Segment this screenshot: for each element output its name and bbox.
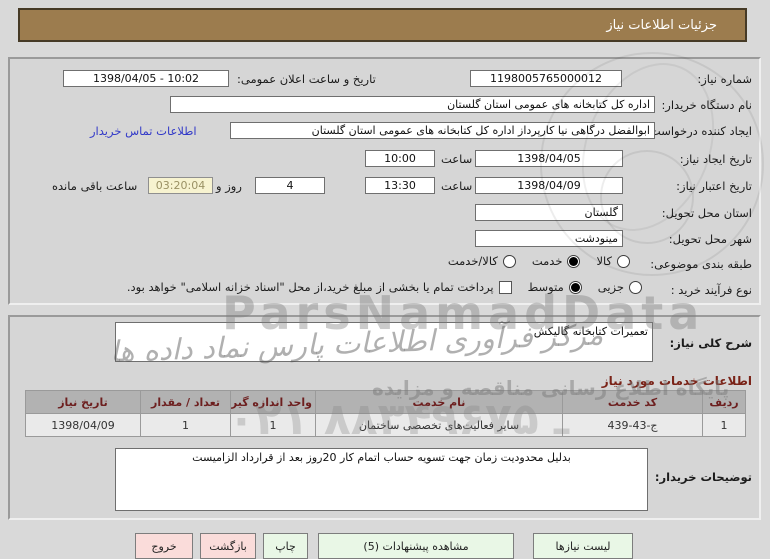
col-row-number: ردیف [702, 390, 746, 414]
radio-icon[interactable] [568, 280, 582, 294]
description-textarea[interactable]: تعمیرات کتابخانه گالیکش [115, 322, 653, 362]
radio-label: کالا [596, 254, 612, 268]
col-unit: واحد اندازه گیری [230, 390, 316, 414]
expire-time-field[interactable]: 13:30 [365, 177, 435, 194]
exit-button[interactable]: خروج [135, 533, 193, 559]
treasury-checkbox-label: پرداخت تمام یا بخشی از مبلغ خرید،از محل … [126, 280, 494, 294]
radio-option-kala[interactable]: کالا [596, 254, 630, 268]
remaining-suffix-label: ساعت باقی مانده [52, 179, 138, 193]
radio-option-motevaset[interactable]: متوسط [528, 280, 582, 294]
expire-hour-label: ساعت [441, 179, 473, 193]
purchase-type-options: جزیی متوسط پرداخت تمام یا بخشی از مبلغ خ… [127, 280, 642, 294]
city-field[interactable]: مینودشت [475, 230, 623, 247]
table-header-row: ردیف کد خدمت نام خدمت واحد اندازه گیری ت… [25, 390, 746, 414]
cell-quantity: 1 [140, 413, 231, 437]
cell-service-code: ج-43-439 [562, 413, 703, 437]
buyer-contact-link[interactable]: اطلاعات تماس خریدار [90, 124, 197, 138]
col-service-name: نام خدمت [315, 390, 563, 414]
cell-unit: 1 [230, 413, 316, 437]
subject-class-label: طبقه بندی موضوعی: [650, 257, 752, 271]
buyer-org-field[interactable]: اداره کل کتابخانه های عمومی استان گلستان [170, 96, 655, 113]
page-title: جزئیات اطلاعات نیاز [606, 17, 717, 33]
remaining-days-field[interactable]: 4 [255, 177, 325, 194]
radio-label: جزیی [597, 280, 624, 294]
remaining-countdown: 03:20:04 [148, 177, 213, 194]
subject-class-options: کالا خدمت کالا/خدمت [448, 254, 630, 268]
need-number-label: شماره نیاز: [697, 72, 752, 86]
radio-icon[interactable] [617, 254, 630, 268]
radio-option-khedmat[interactable]: خدمت [532, 254, 581, 268]
province-label: استان محل تحویل: [661, 206, 752, 220]
radio-option-kala-khedmat[interactable]: کالا/خدمت [448, 254, 516, 268]
radio-icon[interactable] [629, 280, 642, 294]
buyer-org-label: نام دستگاه خریدار: [661, 98, 752, 112]
radio-label: متوسط [527, 280, 564, 294]
checkbox-icon[interactable] [498, 280, 512, 294]
back-button[interactable]: بازگشت [200, 533, 256, 559]
province-field[interactable]: گلستان [475, 204, 623, 221]
print-button[interactable]: چاپ [263, 533, 308, 559]
cell-service-name: سایر فعالیت‌های تخصصی ساختمان [315, 413, 563, 437]
announce-datetime-label: تاریخ و ساعت اعلان عمومی: [237, 72, 376, 86]
request-creator-field[interactable]: ابوالفضل درگاهی نیا کارپرداز اداره کل کت… [230, 122, 655, 139]
col-service-code: کد خدمت [562, 390, 703, 414]
services-section-header: اطلاعات خدمات مورد نیاز [601, 374, 752, 388]
need-number-field[interactable]: 1198005765000012 [470, 70, 622, 87]
expire-date-label: تاریخ اعتبار نیاز: [676, 179, 752, 193]
needs-list-button[interactable]: لیست نیازها [533, 533, 633, 559]
view-proposals-button[interactable]: مشاهده پیشنهادات (5) [318, 533, 514, 559]
col-quantity: تعداد / مقدار [140, 390, 231, 414]
col-need-date: تاریخ نیاز [25, 390, 141, 414]
purchase-type-label: نوع فرآیند خرید : [670, 283, 752, 297]
radio-label: کالا/خدمت [447, 254, 498, 268]
create-date-label: تاریخ ایجاد نیاز: [679, 152, 752, 166]
description-label: شرح کلی نیاز: [669, 336, 752, 350]
create-date-field[interactable]: 1398/04/05 [475, 150, 623, 167]
city-label: شهر محل تحویل: [668, 232, 752, 246]
radio-label: خدمت [531, 254, 563, 268]
cell-row-number: 1 [702, 413, 746, 437]
need-details-page: { "banner": { "title": "جزئیات اطلاعات ن… [0, 0, 770, 559]
buyer-notes-label: توضیحات خریدار: [654, 470, 752, 484]
page-title-banner: جزئیات اطلاعات نیاز [18, 8, 747, 42]
treasury-checkbox-option[interactable]: پرداخت تمام یا بخشی از مبلغ خرید،از محل … [127, 280, 512, 294]
request-creator-label: ایجاد کننده درخواست: [646, 124, 752, 138]
table-row[interactable]: 1 ج-43-439 سایر فعالیت‌های تخصصی ساختمان… [25, 413, 746, 437]
create-time-field[interactable]: 10:00 [365, 150, 435, 167]
radio-icon[interactable] [502, 254, 516, 268]
buyer-notes-textarea[interactable]: بدلیل محدودیت زمان جهت تسویه حساب اتمام … [115, 448, 648, 511]
services-table: ردیف کد خدمت نام خدمت واحد اندازه گیری ت… [25, 390, 746, 437]
expire-date-field[interactable]: 1398/04/09 [475, 177, 623, 194]
cell-need-date: 1398/04/09 [25, 413, 141, 437]
radio-option-jozi[interactable]: جزیی [598, 280, 642, 294]
create-hour-label: ساعت [441, 152, 473, 166]
announce-datetime-field[interactable]: 1398/04/05 - 10:02 [63, 70, 229, 87]
radio-icon[interactable] [567, 254, 581, 268]
remaining-days-label: روز و [216, 179, 242, 193]
